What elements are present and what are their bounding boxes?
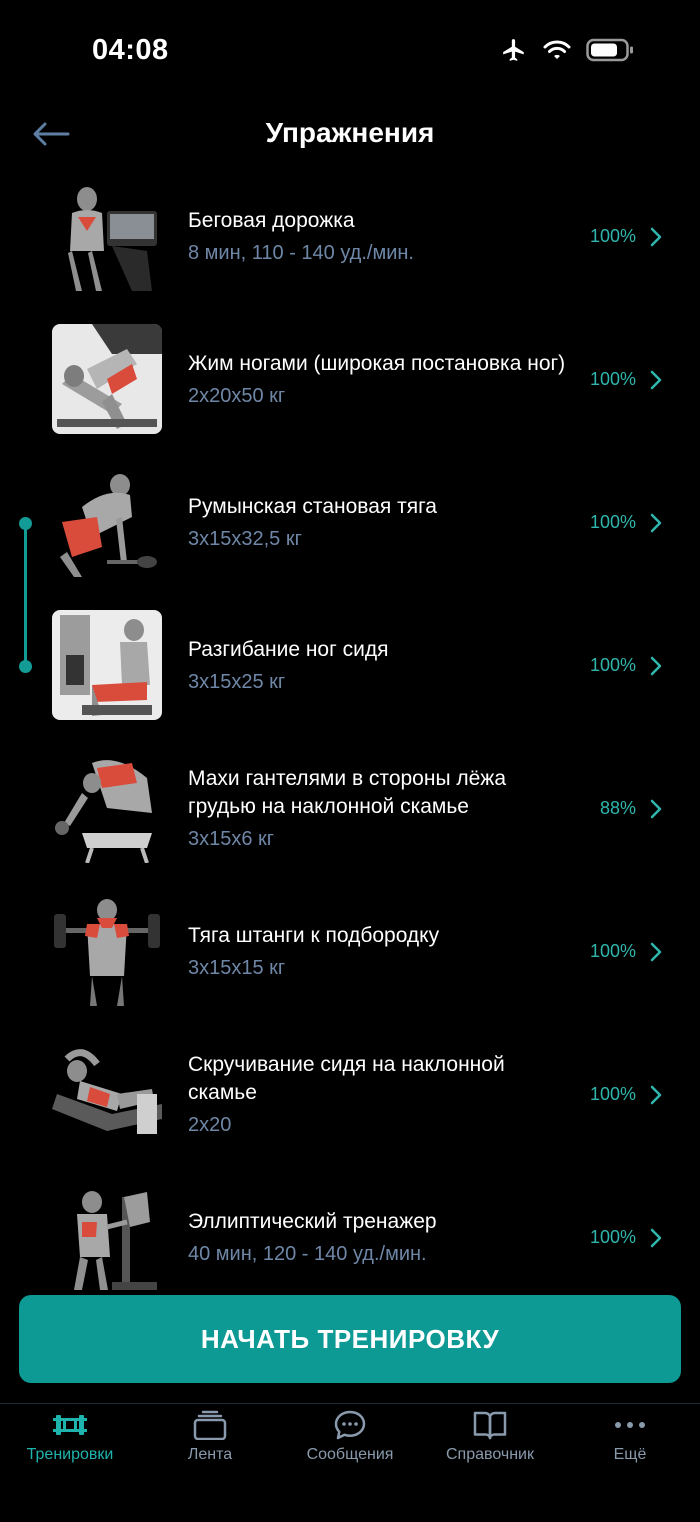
- exercise-name: Скручивание сидя на наклонной скамье: [188, 1053, 505, 1104]
- exercise-detail: 2x20: [188, 1114, 232, 1136]
- completion-percent: 100%: [589, 512, 636, 532]
- exercise-text: Разгибание ног сидя 3x15x25 кг: [188, 601, 568, 731]
- exercise-thumbnail: [52, 753, 162, 863]
- start-workout-button[interactable]: НАЧАТЬ ТРЕНИРОВКУ: [19, 1295, 681, 1383]
- exercise-thumbnail: [52, 1039, 162, 1149]
- exercise-name: Тяга штанги к подбородку: [188, 924, 440, 947]
- exercise-name: Жим ногами (широкая постановка ног): [188, 352, 566, 375]
- status-bar: 04:08: [0, 0, 700, 100]
- stack-icon: [140, 1410, 280, 1440]
- exercise-row[interactable]: Румынская становая тяга 3x15x32,5 кг 100…: [0, 458, 700, 601]
- completion-percent: 88%: [599, 798, 636, 818]
- exercise-text: Скручивание сидя на наклонной скамье 2x2…: [188, 1030, 568, 1160]
- exercise-detail: 8 мин, 110 - 140 уд./мин.: [188, 242, 414, 264]
- tab-feed[interactable]: Лента: [140, 1410, 280, 1480]
- exercise-name: Румынская становая тяга: [188, 495, 437, 518]
- exercise-detail: 3x15x32,5 кг: [188, 528, 302, 550]
- exercise-text: Беговая дорожка 8 мин, 110 - 140 уд./мин…: [188, 172, 568, 302]
- page-title: Упражнения: [265, 117, 435, 148]
- completion-percent: 100%: [589, 655, 636, 675]
- exercise-name: Махи гантелями в стороны лёжа грудью на …: [188, 767, 507, 818]
- exercise-name: Разгибание ног сидя: [188, 638, 389, 661]
- more-dots-icon: [560, 1410, 700, 1440]
- chevron-right-icon: [650, 227, 662, 252]
- chevron-right-icon: [650, 513, 662, 538]
- tab-reference[interactable]: Справочник: [420, 1410, 560, 1480]
- tab-messages[interactable]: Сообщения: [280, 1410, 420, 1480]
- completion-percent: 100%: [589, 1227, 636, 1247]
- exercise-thumbnail: [52, 896, 162, 1006]
- exercise-detail: 3x15x25 кг: [188, 671, 286, 693]
- completion-percent: 100%: [589, 226, 636, 246]
- exercise-thumbnail: [52, 467, 162, 577]
- chevron-right-icon: [650, 942, 662, 967]
- chevron-right-icon: [650, 656, 662, 681]
- exercise-list: Беговая дорожка 8 мин, 110 - 140 уд./мин…: [0, 172, 700, 1316]
- book-icon: [420, 1410, 560, 1440]
- tab-label: Сообщения: [306, 1446, 394, 1463]
- status-icons: [500, 37, 634, 63]
- exercise-thumbnail: [52, 1182, 162, 1292]
- tab-workouts[interactable]: Тренировки: [0, 1410, 140, 1480]
- chevron-right-icon: [650, 1085, 662, 1110]
- tab-more[interactable]: Ещё: [560, 1410, 700, 1480]
- exercise-row[interactable]: Разгибание ног сидя 3x15x25 кг 100%: [0, 601, 700, 744]
- tab-label: Ещё: [613, 1446, 647, 1463]
- exercise-name: Беговая дорожка: [188, 209, 355, 232]
- wifi-icon: [542, 38, 572, 62]
- exercise-detail: 2x20x50 кг: [188, 385, 286, 407]
- exercise-row[interactable]: Беговая дорожка 8 мин, 110 - 140 уд./мин…: [0, 172, 700, 315]
- chevron-right-icon: [650, 1228, 662, 1253]
- chat-bubble-icon: [280, 1410, 420, 1440]
- battery-icon: [586, 38, 634, 62]
- exercise-thumbnail: [52, 324, 162, 434]
- tab-bar: Тренировки Лента Сообщения Справочник Ещ…: [0, 1403, 700, 1522]
- exercise-text: Эллиптический тренажер 40 мин, 120 - 140…: [188, 1173, 568, 1303]
- exercise-detail: 3x15x15 кг: [188, 957, 286, 979]
- exercise-text: Тяга штанги к подбородку 3x15x15 кг: [188, 887, 568, 1017]
- completion-percent: 100%: [589, 1084, 636, 1104]
- exercise-name: Эллиптический тренажер: [188, 1210, 437, 1233]
- exercise-text: Махи гантелями в стороны лёжа грудью на …: [188, 744, 568, 874]
- exercise-row[interactable]: Скручивание сидя на наклонной скамье 2x2…: [0, 1030, 700, 1173]
- exercise-detail: 3x15x6 кг: [188, 828, 275, 850]
- exercise-text: Жим ногами (широкая постановка ног) 2x20…: [188, 315, 568, 445]
- exercise-thumbnail: [52, 610, 162, 720]
- exercise-row[interactable]: Махи гантелями в стороны лёжа грудью на …: [0, 744, 700, 887]
- exercise-detail: 40 мин, 120 - 140 уд./мин.: [188, 1243, 427, 1265]
- nav-bar: Упражнения: [0, 100, 700, 170]
- exercise-text: Румынская становая тяга 3x15x32,5 кг: [188, 458, 568, 588]
- exercise-row[interactable]: Жим ногами (широкая постановка ног) 2x20…: [0, 315, 700, 458]
- completion-percent: 100%: [589, 941, 636, 961]
- chevron-right-icon: [650, 370, 662, 395]
- dumbbell-icon: [0, 1410, 140, 1440]
- status-time: 04:08: [92, 34, 169, 66]
- exercise-row[interactable]: Тяга штанги к подбородку 3x15x15 кг 100%: [0, 887, 700, 1030]
- tab-label: Тренировки: [26, 1446, 114, 1463]
- tab-label: Справочник: [446, 1446, 534, 1463]
- tab-label: Лента: [187, 1446, 233, 1463]
- completion-percent: 100%: [589, 369, 636, 389]
- airplane-icon: [500, 37, 528, 63]
- exercise-thumbnail: [52, 181, 162, 291]
- chevron-right-icon: [650, 799, 662, 824]
